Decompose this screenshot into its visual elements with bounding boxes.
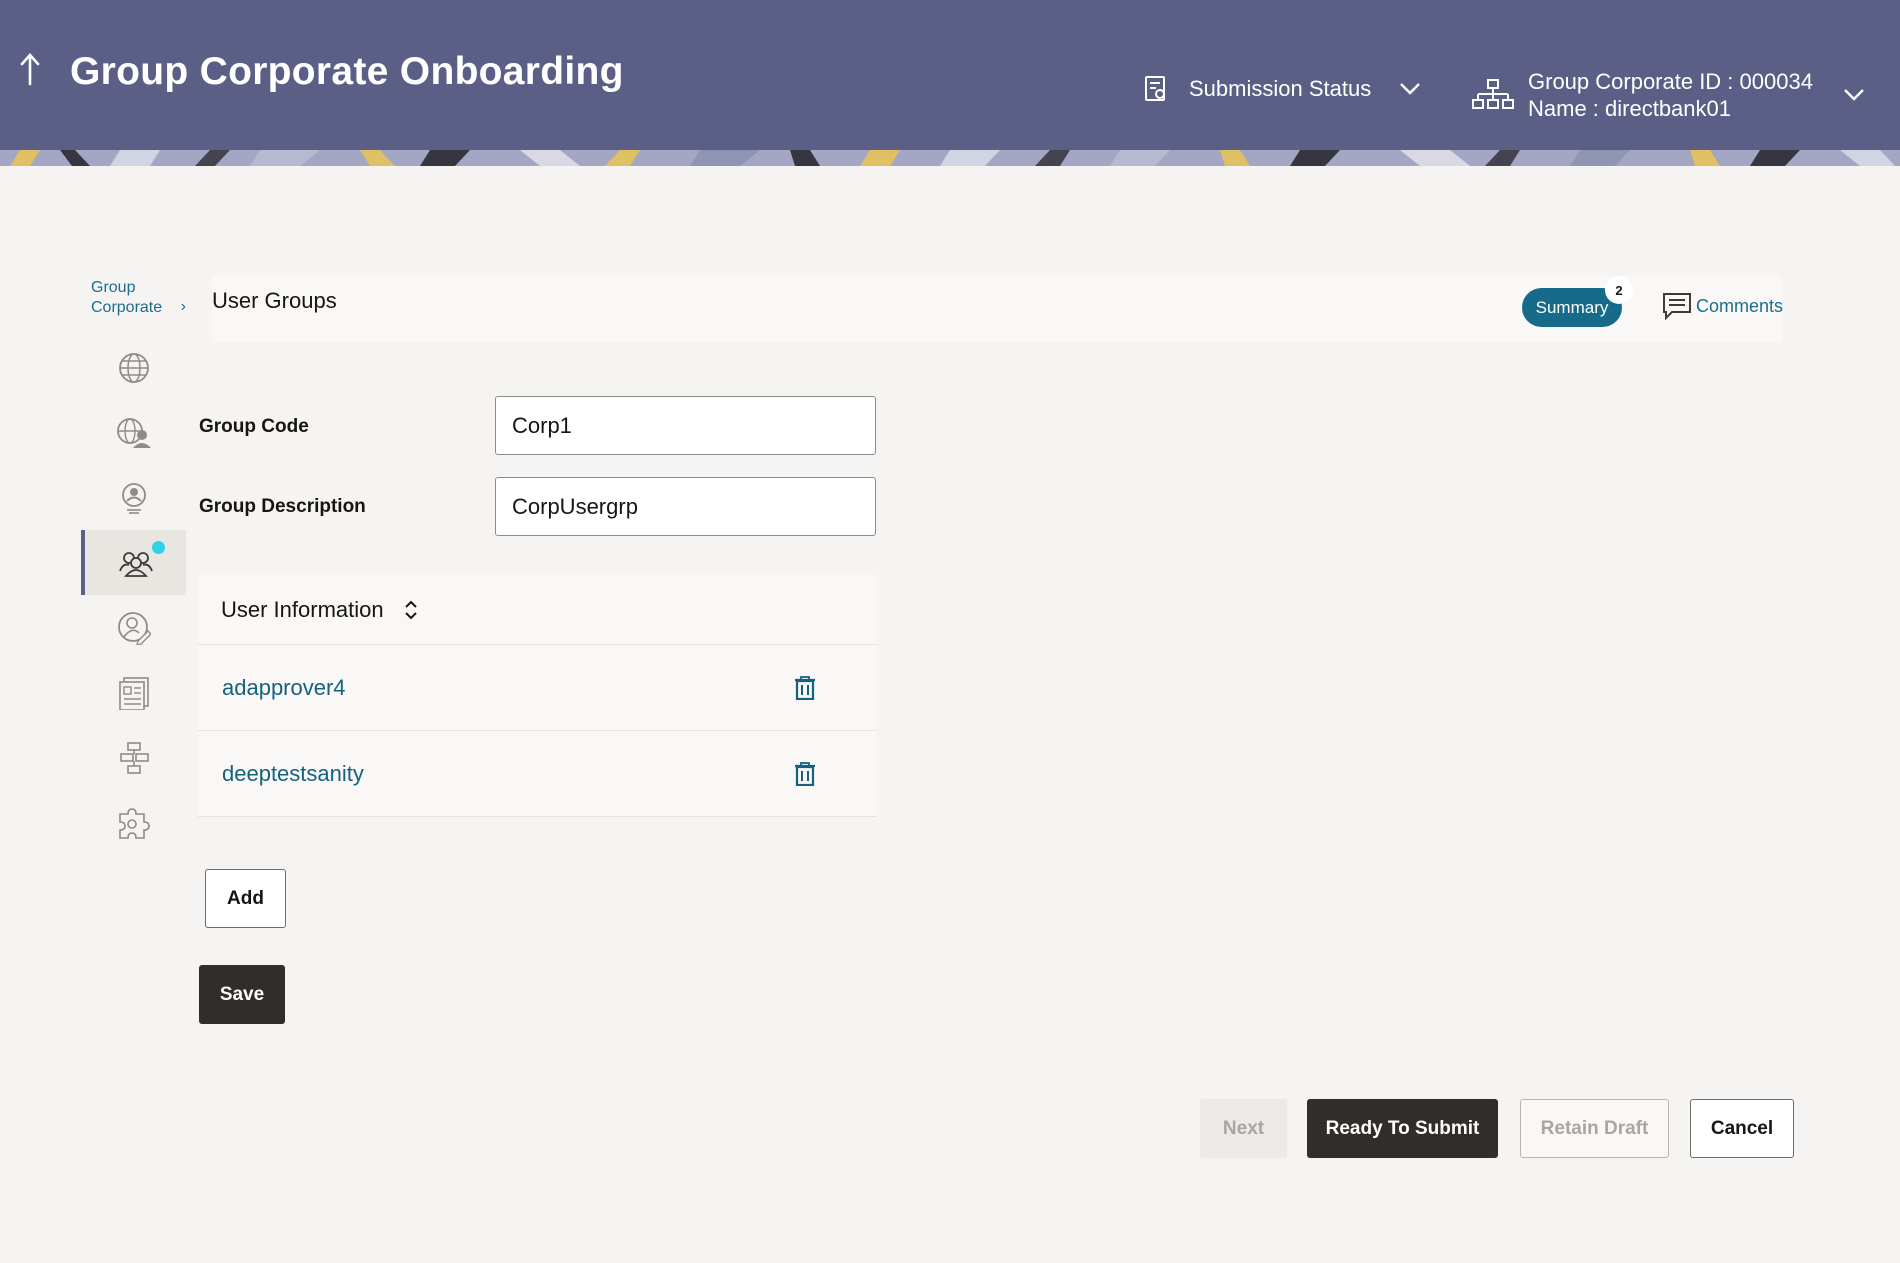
add-user-button[interactable]: Add [205,869,286,928]
user-link[interactable]: adapprover4 [222,675,346,701]
corporate-id: Group Corporate ID : 000034 [1528,69,1813,94]
sidebar-item-globe-users[interactable] [81,400,186,465]
user-information-title: User Information [221,596,384,622]
org-hierarchy-icon [1472,79,1514,109]
chevron-down-icon [1400,83,1421,95]
page-header-title: Group Corporate Onboarding [70,50,624,93]
sidebar-item-user-profile[interactable] [81,465,186,530]
comments-button[interactable]: Comments [1662,292,1783,320]
sidebar-item-user-groups[interactable] [81,530,186,595]
retain-draft-button[interactable]: Retain Draft [1520,1099,1669,1158]
group-code-field[interactable]: Corp1 [495,396,876,455]
section-title-bar: User Groups Summary 2 Comments [212,276,1783,342]
corporate-name: Name : directbank01 [1528,96,1731,121]
group-description-field[interactable]: CorpUsergrp [495,477,876,536]
decorative-banner [0,150,1900,166]
table-row: adapprover4 [198,645,876,731]
group-code-label: Group Code [199,416,309,437]
cancel-button[interactable]: Cancel [1690,1099,1794,1158]
breadcrumb[interactable]: Group Corporate › [91,278,186,318]
group-description-label: Group Description [199,496,366,517]
settings-puzzle-icon [118,807,150,839]
user-information-header[interactable]: User Information [198,575,876,645]
submission-document-icon [1145,76,1165,101]
onboarding-step-nav [81,335,186,855]
ready-to-submit-button[interactable]: Ready To Submit [1307,1099,1498,1158]
sidebar-item-workflow[interactable] [81,725,186,790]
user-group-icon [118,551,153,577]
group-corporate-selector[interactable]: Group Corporate ID : 000034 Name : direc… [1472,68,1865,122]
globe-users-icon [116,417,151,448]
table-row: deeptestsanity [198,731,876,817]
user-profile-icon [121,482,146,514]
document-report-icon [118,676,149,710]
submission-status-dropdown[interactable]: Submission Status [1143,75,1421,103]
user-link[interactable]: deeptestsanity [222,761,364,787]
chevron-down-icon [1844,89,1864,101]
workflow-icon [119,741,149,774]
sidebar-item-settings[interactable] [81,790,186,855]
breadcrumb-group-corporate[interactable]: Group Corporate [91,278,173,318]
save-button[interactable]: Save [199,965,285,1024]
globe-icon [118,352,149,383]
comments-label: Comments [1696,295,1784,316]
comment-icon [1663,293,1691,320]
summary-count-badge: 2 [1605,276,1633,304]
user-edit-icon [117,611,151,645]
back-arrow-icon[interactable] [18,52,42,86]
trash-icon[interactable] [794,675,816,700]
trash-icon[interactable] [794,761,816,786]
next-button[interactable]: Next [1200,1099,1287,1158]
sidebar-item-globe[interactable] [81,335,186,400]
sidebar-item-documents[interactable] [81,660,186,725]
sort-toggle-icon[interactable] [404,600,418,620]
active-step-indicator [152,541,165,554]
submission-status-label: Submission Status [1189,76,1372,101]
user-information-table: User Information adapprover4 deeptestsan… [198,575,876,817]
page-title: User Groups [212,288,337,313]
app-header: Group Corporate Onboarding Submission St… [0,0,1900,150]
sidebar-item-user-edit[interactable] [81,595,186,660]
breadcrumb-separator: › [180,298,186,315]
